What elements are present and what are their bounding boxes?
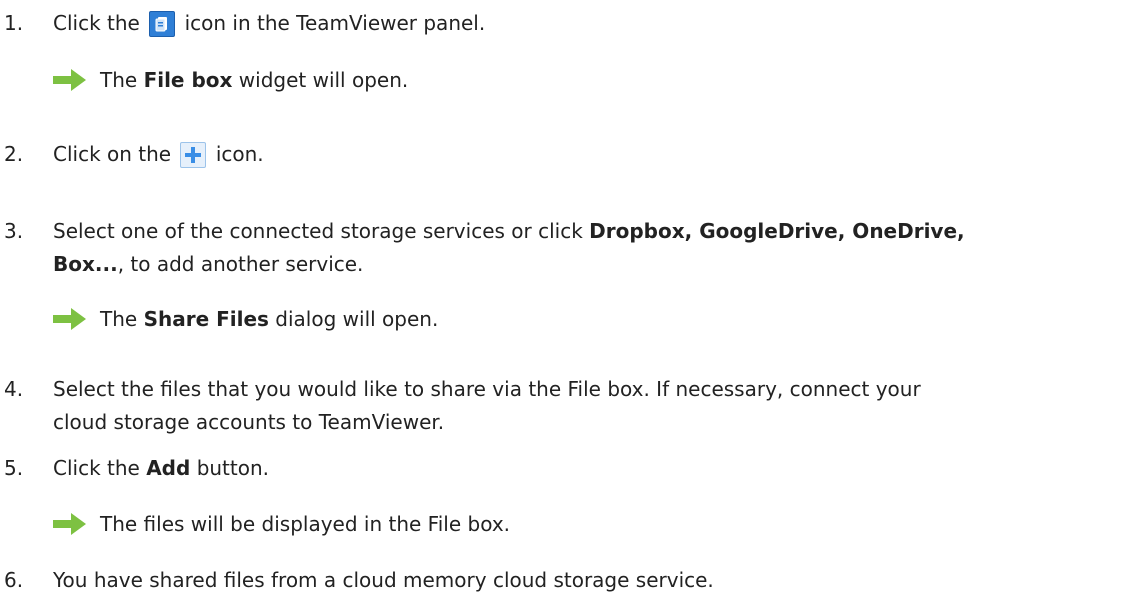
step-text-after: icon in the TeamViewer panel. (184, 11, 486, 35)
step-number: 4. (4, 377, 24, 401)
result-arrow-icon (53, 69, 86, 91)
step-number: 2. (4, 142, 24, 166)
step-text-after: button. (196, 456, 270, 480)
step-3-result: The Share Files dialog will open. (53, 304, 438, 334)
step-text: Click the Add button. (53, 452, 1146, 485)
plus-icon (180, 142, 207, 168)
file-box-icon (149, 11, 176, 37)
result-text-before: The (100, 307, 138, 331)
step-text: Click the icon in the TeamViewer panel. (53, 7, 1146, 40)
result-text-after: widget will open. (238, 68, 409, 92)
result-arrow-icon (53, 308, 86, 330)
result-text: The files will be displayed in the File … (100, 512, 511, 536)
step-1-result: The File box widget will open. (53, 65, 408, 95)
step-text-bold-services: Dropbox, GoogleDrive, OneDrive, (589, 219, 965, 243)
step-number: 1. (4, 11, 24, 35)
result-text-before: The (100, 68, 138, 92)
step-number: 3. (4, 219, 24, 243)
result-text-after: dialog will open. (275, 307, 439, 331)
step-text-line2: cloud storage accounts to TeamViewer. (53, 410, 445, 434)
step-text-line1: Select one of the connected storage serv… (53, 219, 583, 243)
step-text-before: Click the (53, 456, 140, 480)
step-text: You have shared files from a cloud memor… (53, 568, 714, 592)
result-text-bold: File box (143, 68, 233, 92)
step-text-line1: Select the files that you would like to … (53, 377, 921, 401)
step-text: Select one of the connected storage serv… (53, 215, 1146, 281)
step-text-before: Click on the (53, 142, 172, 166)
step-number: 6. (4, 568, 24, 592)
step-text-line2: , to add another service. (117, 252, 364, 276)
step-text-after: icon. (215, 142, 264, 166)
step-text-before: Click the (53, 11, 140, 35)
step-5-result: The files will be displayed in the File … (53, 509, 510, 539)
step-text: Click on the icon. (53, 138, 1146, 171)
step-text: Select the files that you would like to … (53, 373, 1146, 439)
result-text-bold: Share Files (143, 307, 269, 331)
step-number: 5. (4, 456, 24, 480)
step-text-bold: Add (146, 456, 191, 480)
result-arrow-icon (53, 513, 86, 535)
step-text-bold-box: Box... (53, 252, 118, 276)
